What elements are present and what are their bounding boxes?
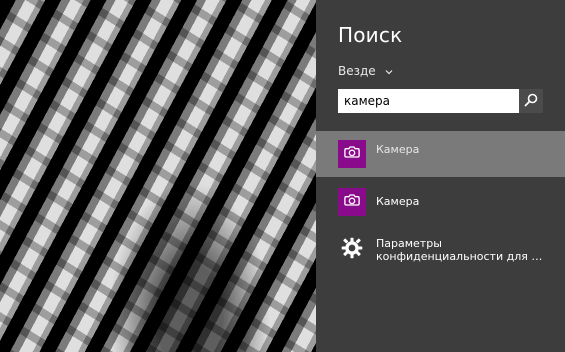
result-item-label: Параметры конфиденциальности для веб-...	[376, 237, 546, 263]
result-item-label-line1: Параметры	[376, 236, 442, 250]
search-box	[338, 89, 543, 113]
camera-app-tile	[338, 188, 366, 216]
result-item-camera-2[interactable]: Камера	[316, 179, 565, 225]
search-results-list: Камера Камера Параметры конфиденциальнос…	[316, 131, 565, 275]
result-item-privacy-settings[interactable]: Параметры конфиденциальности для веб-...	[316, 227, 565, 273]
search-scope-label: Везде	[338, 64, 376, 78]
search-icon	[523, 92, 539, 111]
search-charm-title: Поиск	[338, 23, 403, 47]
gear-icon	[339, 235, 365, 265]
chevron-down-icon	[384, 66, 394, 76]
result-item-camera-1[interactable]: Камера	[316, 131, 565, 177]
search-scope-dropdown[interactable]: Везде	[338, 64, 394, 78]
desktop-wallpaper	[0, 0, 316, 352]
result-item-label: Камера	[376, 195, 420, 209]
camera-icon	[342, 142, 362, 166]
search-button[interactable]	[519, 89, 543, 113]
result-item-label-line2: конфиденциальности для веб-...	[376, 250, 546, 263]
search-charm-panel: Поиск Везде камера Камера Камера Парамет…	[316, 0, 565, 352]
result-item-label: Камера	[376, 143, 420, 157]
settings-tile	[338, 236, 366, 264]
camera-icon	[342, 190, 362, 214]
camera-app-tile	[338, 140, 366, 168]
search-input[interactable]	[338, 89, 519, 113]
